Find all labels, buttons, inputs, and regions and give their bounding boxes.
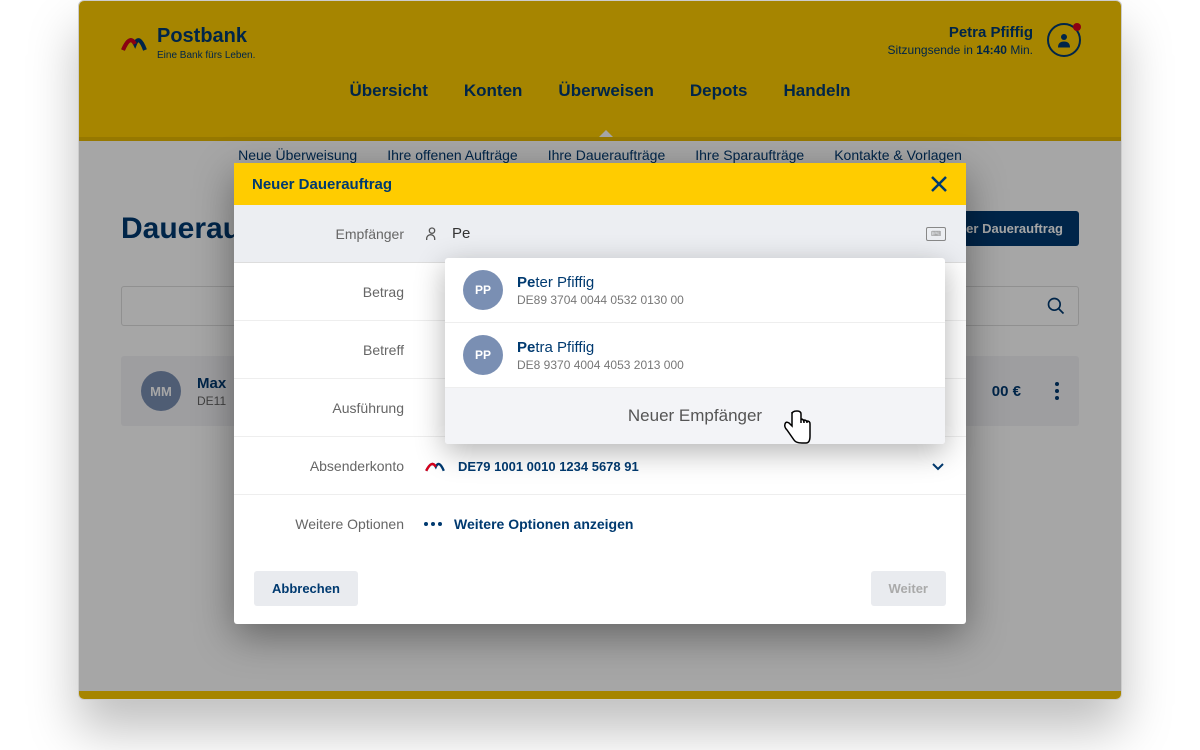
keyboard-icon[interactable]: ⌨ xyxy=(926,227,946,241)
recipient-value: Pe xyxy=(452,225,470,242)
more-options-text: Weitere Optionen anzeigen xyxy=(454,516,633,532)
modal-title: Neuer Dauerauftrag xyxy=(252,176,392,193)
person-icon xyxy=(424,226,440,242)
autocomplete-name: Peter Pfiffig xyxy=(517,274,684,291)
autocomplete-item[interactable]: PP Petra Pfiffig DE8 9370 4004 4053 2013… xyxy=(445,323,945,388)
autocomplete-iban: DE8 9370 4004 4053 2013 000 xyxy=(517,358,684,372)
new-recipient-button[interactable]: Neuer Empfänger xyxy=(445,388,945,444)
autocomplete-name: Petra Pfiffig xyxy=(517,339,684,356)
modal-header: Neuer Dauerauftrag xyxy=(234,163,966,205)
contact-initials-avatar: PP xyxy=(463,335,503,375)
postbank-small-logo-icon xyxy=(424,458,446,474)
autocomplete-item[interactable]: PP Peter Pfiffig DE89 3704 0044 0532 013… xyxy=(445,258,945,323)
recipient-autocomplete: PP Peter Pfiffig DE89 3704 0044 0532 013… xyxy=(445,258,945,444)
more-options-toggle[interactable]: Weitere Optionen anzeigen xyxy=(424,516,946,532)
sender-account-dropdown[interactable]: DE79 1001 0010 1234 5678 91 xyxy=(424,457,946,474)
close-icon[interactable] xyxy=(930,175,948,193)
more-options-label: Weitere Optionen xyxy=(254,516,424,532)
autocomplete-iban: DE89 3704 0044 0532 0130 00 xyxy=(517,293,684,307)
recipient-label: Empfänger xyxy=(254,226,424,242)
subject-label: Betreff xyxy=(254,342,424,358)
sender-row: Absenderkonto DE79 1001 0010 1234 5678 9… xyxy=(234,437,966,495)
sender-iban: DE79 1001 0010 1234 5678 91 xyxy=(458,459,639,474)
chevron-down-icon xyxy=(930,458,946,474)
execution-label: Ausführung xyxy=(254,400,424,416)
contact-initials-avatar: PP xyxy=(463,270,503,310)
more-options-row: Weitere Optionen Weitere Optionen anzeig… xyxy=(234,495,966,553)
next-button[interactable]: Weiter xyxy=(871,571,947,606)
sender-label: Absenderkonto xyxy=(254,458,424,474)
amount-label: Betrag xyxy=(254,284,424,300)
recipient-row: Empfänger Pe ⌨ xyxy=(234,205,966,263)
more-icon xyxy=(424,522,442,526)
cancel-button[interactable]: Abbrechen xyxy=(254,571,358,606)
recipient-input[interactable]: Pe ⌨ xyxy=(424,225,946,242)
